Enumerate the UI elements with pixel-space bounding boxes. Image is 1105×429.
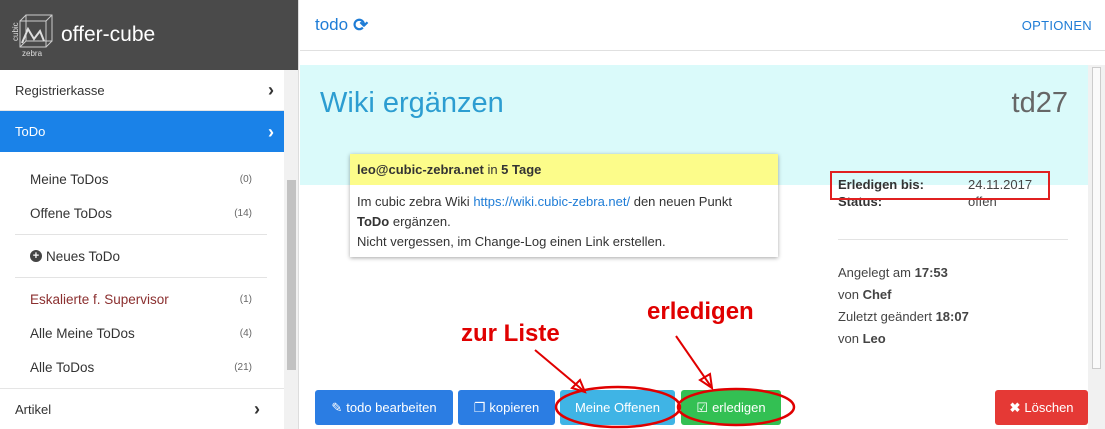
topbar: todo ⟳ OPTIONEN [300, 0, 1105, 51]
divider [15, 277, 267, 278]
copy-icon: ❐ [473, 399, 486, 415]
nav-todo-label: ToDo [15, 124, 46, 139]
close-icon: ✖ [1009, 399, 1021, 415]
chevron-right-icon: › [268, 121, 274, 142]
text: von [838, 287, 863, 302]
sidebar-item-eskalierte[interactable]: Eskalierte f. Supervisor (1) [0, 282, 298, 316]
nav-registrierkasse-label: Registrierkasse [15, 82, 105, 98]
todo-meta: Angelegt am 17:53 von Chef Zuletzt geänd… [838, 262, 1068, 350]
due-highlight-box [830, 171, 1050, 200]
text: Im cubic zebra Wiki [357, 194, 474, 209]
sidebar-item-label: Alle Meine ToDos [30, 325, 135, 341]
pencil-icon: ✎ [331, 399, 343, 415]
meine-offenen-button[interactable]: Meine Offenen [560, 390, 675, 425]
sidebar-item-label: Alle ToDos [30, 359, 95, 375]
sidebar-item-offene-todos[interactable]: Offene ToDos (14) [0, 196, 298, 230]
divider [838, 239, 1068, 240]
text: Zuletzt geändert [838, 309, 936, 324]
todo-title: Wiki ergänzen [320, 87, 504, 119]
nav-artikel-label: Artikel [15, 401, 52, 417]
changed-by: Leo [862, 331, 886, 346]
created-time: 17:53 [914, 265, 948, 280]
description-line-3: Nicht vergessen, im Change-Log einen Lin… [357, 234, 666, 249]
chevron-right-icon: › [268, 80, 274, 100]
delete-button[interactable]: ✖ Löschen [995, 390, 1088, 425]
divider [15, 234, 267, 235]
todo-card-header: leo@cubic-zebra.net in 5 Tage [350, 154, 778, 185]
nav-todo[interactable]: ToDo › [0, 111, 298, 152]
chevron-right-icon: › [254, 399, 260, 419]
annotation-zur-liste: zur Liste [461, 320, 560, 347]
sidebar-item-neues-todo[interactable]: + Neues ToDo [0, 239, 298, 273]
text: ergänzen. [389, 214, 451, 229]
assignee: leo@cubic-zebra.net [357, 162, 484, 177]
erledigen-button[interactable]: ☑ erledigen [681, 390, 781, 425]
options-button[interactable]: OPTIONEN [1022, 18, 1092, 33]
page-title: todo [315, 15, 349, 34]
edit-todo-button[interactable]: ✎ todo bearbeiten [315, 390, 453, 425]
item-count: (14) [234, 207, 252, 219]
button-label: kopieren [489, 400, 540, 415]
sidebar-scroll-thumb[interactable] [287, 180, 296, 370]
item-count: (0) [239, 173, 252, 185]
todo-id: td27 [1011, 87, 1068, 119]
sidebar-item-label: Meine ToDos [30, 171, 109, 187]
changed-time: 18:07 [935, 309, 969, 324]
bold-text: ToDo [357, 214, 390, 229]
main-scrollbar[interactable] [1088, 65, 1105, 429]
nav-artikel[interactable]: Artikel › [0, 388, 284, 429]
main-content: Wiki ergänzen td27 leo@cubic-zebra.net i… [300, 51, 1105, 429]
item-count: (4) [239, 327, 252, 339]
brand-bar[interactable]: cubic zebra offer-cube [0, 0, 298, 70]
text: den neuen Punkt [630, 194, 733, 209]
wiki-link[interactable]: https://wiki.cubic-zebra.net/ [473, 194, 630, 209]
nav-registrierkasse[interactable]: Registrierkasse › [0, 70, 298, 111]
app: cubic zebra offer-cube Registrierkasse ›… [0, 0, 1105, 429]
description-line-1: Im cubic zebra Wiki https://wiki.cubic-z… [357, 192, 771, 212]
refresh-icon[interactable]: ⟳ [353, 15, 368, 36]
text: von [838, 331, 863, 346]
button-label: todo bearbeiten [346, 400, 437, 415]
item-count: (1) [239, 293, 252, 305]
check-square-icon: ☑ [696, 399, 709, 415]
sidebar-item-label: Eskalierte f. Supervisor [30, 291, 169, 307]
sidebar-item-label: Offene ToDos [30, 205, 113, 221]
text: Angelegt am [838, 265, 915, 280]
item-count: (21) [234, 361, 252, 373]
sidebar-scrollbar[interactable] [284, 70, 298, 429]
logo-text-bottom: zebra [22, 49, 43, 58]
todo-submenu: Meine ToDos (0) Offene ToDos (14) + Neue… [0, 152, 298, 384]
plus-circle-icon: + [30, 250, 42, 262]
sidebar: cubic zebra offer-cube Registrierkasse ›… [0, 0, 299, 429]
description-line-2: ToDo ergänzen. [357, 212, 771, 232]
sidebar-item-alle-todos[interactable]: Alle ToDos (21) [0, 350, 298, 384]
brand-name: offer-cube [61, 23, 156, 46]
todo-card: leo@cubic-zebra.net in 5 Tage Im cubic z… [350, 154, 778, 257]
sidebar-item-meine-todos[interactable]: Meine ToDos (0) [0, 162, 298, 196]
logo-text-top: cubic [11, 22, 20, 41]
button-label: Löschen [1024, 400, 1074, 415]
in-text: in [483, 162, 502, 177]
main-scroll-thumb[interactable] [1092, 67, 1101, 369]
created-by: Chef [862, 287, 892, 302]
cubic-zebra-logo: cubic zebra [10, 11, 58, 59]
sidebar-item-label: Neues ToDo [46, 248, 121, 264]
topbar-title: todo ⟳ [315, 15, 368, 36]
todo-info: Erledigen bis: 24.11.2017 Status: offen … [838, 176, 1068, 350]
button-label: erledigen [712, 400, 766, 415]
due-in: 5 Tage [501, 162, 542, 177]
button-label: Meine Offenen [574, 400, 661, 415]
annotation-erledigen: erledigen [647, 298, 754, 325]
sidebar-item-alle-meine-todos[interactable]: Alle Meine ToDos (4) [0, 316, 298, 350]
copy-button[interactable]: ❐ kopieren [458, 390, 555, 425]
todo-card-body: Im cubic zebra Wiki https://wiki.cubic-z… [350, 185, 778, 259]
